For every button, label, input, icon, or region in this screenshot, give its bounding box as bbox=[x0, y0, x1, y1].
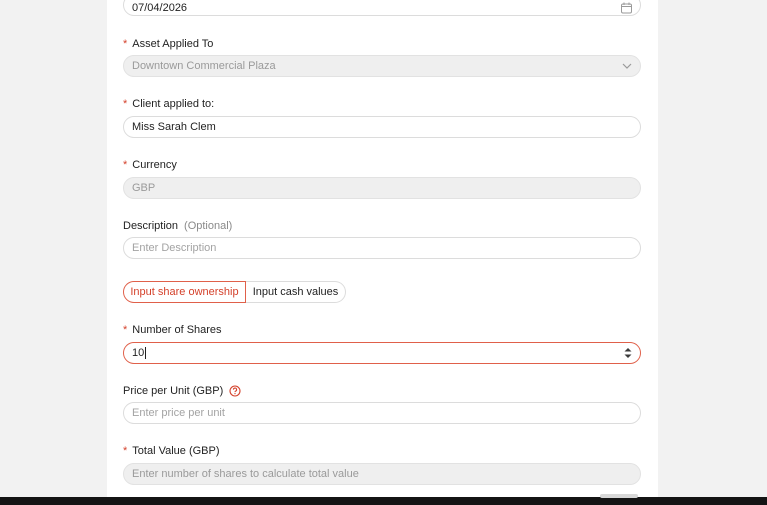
required-marker: * bbox=[123, 159, 128, 171]
total-label-text: Total Value (GBP) bbox=[132, 445, 220, 457]
asset-value: Downtown Commercial Plaza bbox=[132, 60, 276, 72]
client-field[interactable]: Miss Sarah Clem bbox=[123, 116, 641, 138]
price-placeholder: Enter price per unit bbox=[132, 407, 225, 419]
currency-label-text: Currency bbox=[132, 159, 177, 171]
toggle-cash-label: Input cash values bbox=[252, 286, 339, 298]
shares-input[interactable]: 10 bbox=[123, 342, 641, 364]
date-value: 07/04/2026 bbox=[132, 2, 188, 14]
currency-label: * Currency bbox=[123, 159, 177, 171]
price-label-text: Price per Unit (GBP) bbox=[123, 385, 224, 397]
required-marker: * bbox=[123, 445, 128, 457]
required-marker: * bbox=[123, 38, 128, 50]
required-marker: * bbox=[123, 98, 128, 110]
text-caret bbox=[145, 347, 147, 359]
client-value: Miss Sarah Clem bbox=[132, 121, 216, 133]
shares-value: 10 bbox=[132, 347, 145, 359]
client-label-text: Client applied to: bbox=[132, 98, 215, 110]
price-label: Price per Unit (GBP) bbox=[123, 385, 241, 397]
asset-label-text: Asset Applied To bbox=[132, 38, 214, 50]
date-field[interactable]: 07/04/2026 bbox=[123, 0, 641, 16]
scroll-handle bbox=[600, 494, 638, 498]
total-field: Enter number of shares to calculate tota… bbox=[123, 463, 641, 485]
currency-field: GBP bbox=[123, 177, 641, 199]
total-placeholder: Enter number of shares to calculate tota… bbox=[132, 468, 359, 480]
total-label: * Total Value (GBP) bbox=[123, 445, 220, 457]
price-field[interactable]: Enter price per unit bbox=[123, 402, 641, 424]
page: 07/04/2026 * Asset Applied To Downtown C… bbox=[0, 0, 767, 505]
currency-value: GBP bbox=[132, 182, 156, 194]
description-field[interactable]: Enter Description bbox=[123, 237, 641, 259]
bottom-bar bbox=[0, 494, 767, 505]
asset-label: * Asset Applied To bbox=[123, 38, 213, 50]
chevron-down-icon bbox=[622, 63, 632, 69]
calendar-icon[interactable] bbox=[621, 2, 632, 14]
shares-label-text: Number of Shares bbox=[132, 324, 222, 336]
description-label: Description (Optional) bbox=[123, 220, 232, 232]
toggle-share-label: Input share ownership bbox=[130, 286, 239, 298]
stepper-icon[interactable] bbox=[624, 348, 632, 359]
optional-tag: (Optional) bbox=[184, 220, 233, 232]
client-label: * Client applied to: bbox=[123, 98, 214, 110]
description-label-text: Description bbox=[123, 220, 179, 232]
description-placeholder: Enter Description bbox=[132, 242, 217, 254]
toggle-share-ownership[interactable]: Input share ownership bbox=[123, 281, 246, 303]
help-circle-icon[interactable] bbox=[229, 385, 241, 397]
required-marker: * bbox=[123, 324, 128, 336]
toggle-cash-values[interactable]: Input cash values bbox=[246, 281, 346, 303]
shares-label: * Number of Shares bbox=[123, 324, 222, 336]
asset-select[interactable]: Downtown Commercial Plaza bbox=[123, 55, 641, 77]
